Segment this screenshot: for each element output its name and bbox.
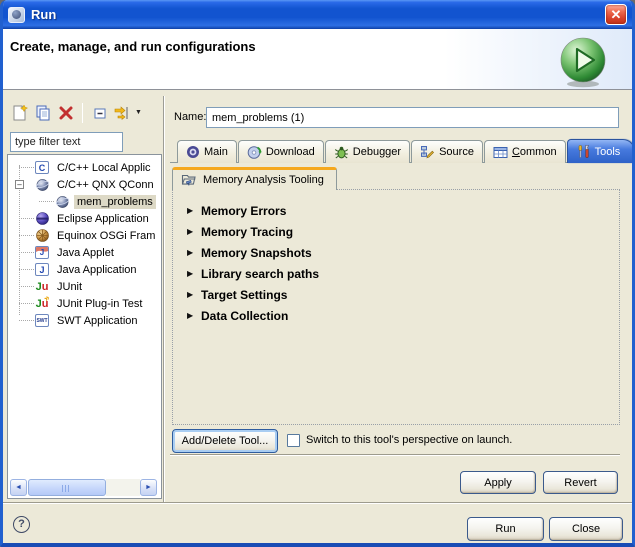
equinox-osgi-icon (34, 228, 50, 244)
junit-plugin-test-icon: Ju» (34, 296, 50, 312)
tree-item-qnx-qconn[interactable]: – C/C++ QNX QConn (8, 176, 161, 193)
section-memory-snapshots[interactable]: ▶ Memory Snapshots (187, 242, 611, 263)
tab-source[interactable]: Source (411, 140, 483, 163)
switch-perspective-checkbox[interactable] (287, 434, 300, 447)
swt-application-icon: SWT (34, 313, 50, 329)
duplicate-configuration-icon[interactable] (32, 102, 53, 123)
scrollbar-track[interactable] (106, 479, 140, 496)
filter-input[interactable] (10, 132, 123, 152)
close-window-button[interactable]: ✕ (605, 4, 627, 25)
collapse-expander-icon[interactable]: – (15, 180, 24, 189)
window-title: Run (31, 7, 56, 22)
section-memory-errors[interactable]: ▶ Memory Errors (187, 200, 611, 221)
add-delete-tool-button[interactable]: Add/Delete Tool... (172, 429, 278, 453)
run-sphere-icon (555, 33, 611, 89)
config-tabstrip: Main Download Debugger Source Common Too (177, 140, 635, 163)
configurations-tree: C C/C++ Local Applic – C/C++ QNX QConn m… (8, 159, 161, 329)
titlebar[interactable]: Run ✕ (0, 0, 635, 29)
collapsed-arrow-icon: ▶ (187, 227, 201, 236)
memory-analysis-panel: ▶ Memory Errors ▶ Memory Tracing ▶ Memor… (172, 189, 620, 425)
section-memory-tracing[interactable]: ▶ Memory Tracing (187, 221, 611, 242)
collapsed-arrow-icon: ▶ (187, 248, 201, 257)
configurations-toolbar: ▼ (9, 102, 142, 123)
banner-message: Create, manage, and run configurations (10, 39, 256, 54)
tab-download[interactable]: Download (238, 140, 324, 163)
switch-perspective-label: Switch to this tool's perspective on lau… (306, 434, 512, 446)
qnx-qconn-icon (34, 177, 50, 193)
memory-analysis-sections: ▶ Memory Errors ▶ Memory Tracing ▶ Memor… (187, 200, 611, 326)
section-data-collection[interactable]: ▶ Data Collection (187, 305, 611, 326)
tree-item-junit[interactable]: Ju JUnit (8, 278, 161, 295)
collapsed-arrow-icon: ▶ (187, 290, 201, 299)
scroll-left-icon[interactable]: ◄ (10, 479, 27, 496)
tab-common[interactable]: Common (484, 140, 566, 163)
right-panel-separator (170, 454, 620, 456)
button-bar-separator (3, 502, 632, 504)
tree-item-swt-application[interactable]: SWT SWT Application (8, 312, 161, 329)
configurations-tree-panel: C C/C++ Local Applic – C/C++ QNX QConn m… (7, 154, 162, 499)
tab-memory-analysis-tooling[interactable]: Memory Analysis Tooling (172, 167, 337, 190)
close-icon: ✕ (611, 7, 622, 22)
common-tab-icon (493, 146, 508, 159)
run-button[interactable]: Run (467, 517, 544, 541)
panel-sash[interactable] (163, 96, 165, 502)
tab-tools[interactable]: Tools (567, 139, 635, 163)
tree-item-cpp-local[interactable]: C C/C++ Local Applic (8, 159, 161, 176)
collapsed-arrow-icon: ▶ (187, 206, 201, 215)
toolbar-separator (82, 103, 83, 123)
section-library-search-paths[interactable]: ▶ Library search paths (187, 263, 611, 284)
collapse-all-icon[interactable] (89, 102, 110, 123)
delete-configuration-icon[interactable] (55, 102, 76, 123)
debugger-tab-icon (334, 145, 349, 160)
c-cpp-local-icon: C (34, 160, 50, 176)
section-target-settings[interactable]: ▶ Target Settings (187, 284, 611, 305)
revert-button[interactable]: Revert (543, 471, 618, 494)
collapsed-arrow-icon: ▶ (187, 311, 201, 320)
scrollbar-thumb[interactable] (28, 479, 106, 496)
memory-analysis-tab-icon (181, 173, 197, 187)
window-icon (8, 7, 25, 23)
dialog-banner: Create, manage, and run configurations (0, 29, 635, 90)
source-tab-icon (420, 145, 435, 160)
tools-tab-icon (576, 144, 591, 159)
tree-item-java-application[interactable]: J Java Application (8, 261, 161, 278)
toolbar-menu-caret-icon[interactable]: ▼ (135, 102, 142, 123)
dialog-content: ▼ C C/C++ Local Applic – C/C++ QNX QConn (3, 90, 632, 543)
tree-item-java-applet[interactable]: J Java Applet (8, 244, 161, 261)
tree-item-junit-plugin-test[interactable]: Ju» JUnit Plug-in Test (8, 295, 161, 312)
filter-configurations-icon[interactable] (112, 102, 133, 123)
tree-item-eclipse-application[interactable]: Eclipse Application (8, 210, 161, 227)
close-button[interactable]: Close (549, 517, 623, 541)
download-tab-icon (247, 145, 262, 160)
junit-icon: Ju (34, 279, 50, 295)
tab-debugger[interactable]: Debugger (325, 140, 410, 163)
qnx-qconn-icon (54, 194, 70, 210)
help-icon[interactable]: ? (13, 516, 30, 533)
apply-button[interactable]: Apply (460, 471, 536, 494)
new-configuration-icon[interactable] (9, 102, 30, 123)
java-applet-icon: J (34, 245, 50, 261)
scroll-right-icon[interactable]: ► (140, 479, 157, 496)
collapsed-arrow-icon: ▶ (187, 269, 201, 278)
eclipse-application-icon (34, 211, 50, 227)
tree-item-equinox-osgi[interactable]: Equinox OSGi Fram (8, 227, 161, 244)
name-label: Name: (174, 111, 206, 123)
tree-horizontal-scrollbar[interactable]: ◄ ► (10, 479, 157, 496)
java-application-icon: J (34, 262, 50, 278)
name-input[interactable] (206, 107, 619, 128)
main-tab-icon (186, 145, 200, 159)
tab-main[interactable]: Main (177, 140, 237, 163)
run-dialog-window: Run ✕ Create, manage, and run configurat… (0, 0, 635, 547)
tree-item-mem-problems[interactable]: mem_problems (8, 193, 161, 210)
